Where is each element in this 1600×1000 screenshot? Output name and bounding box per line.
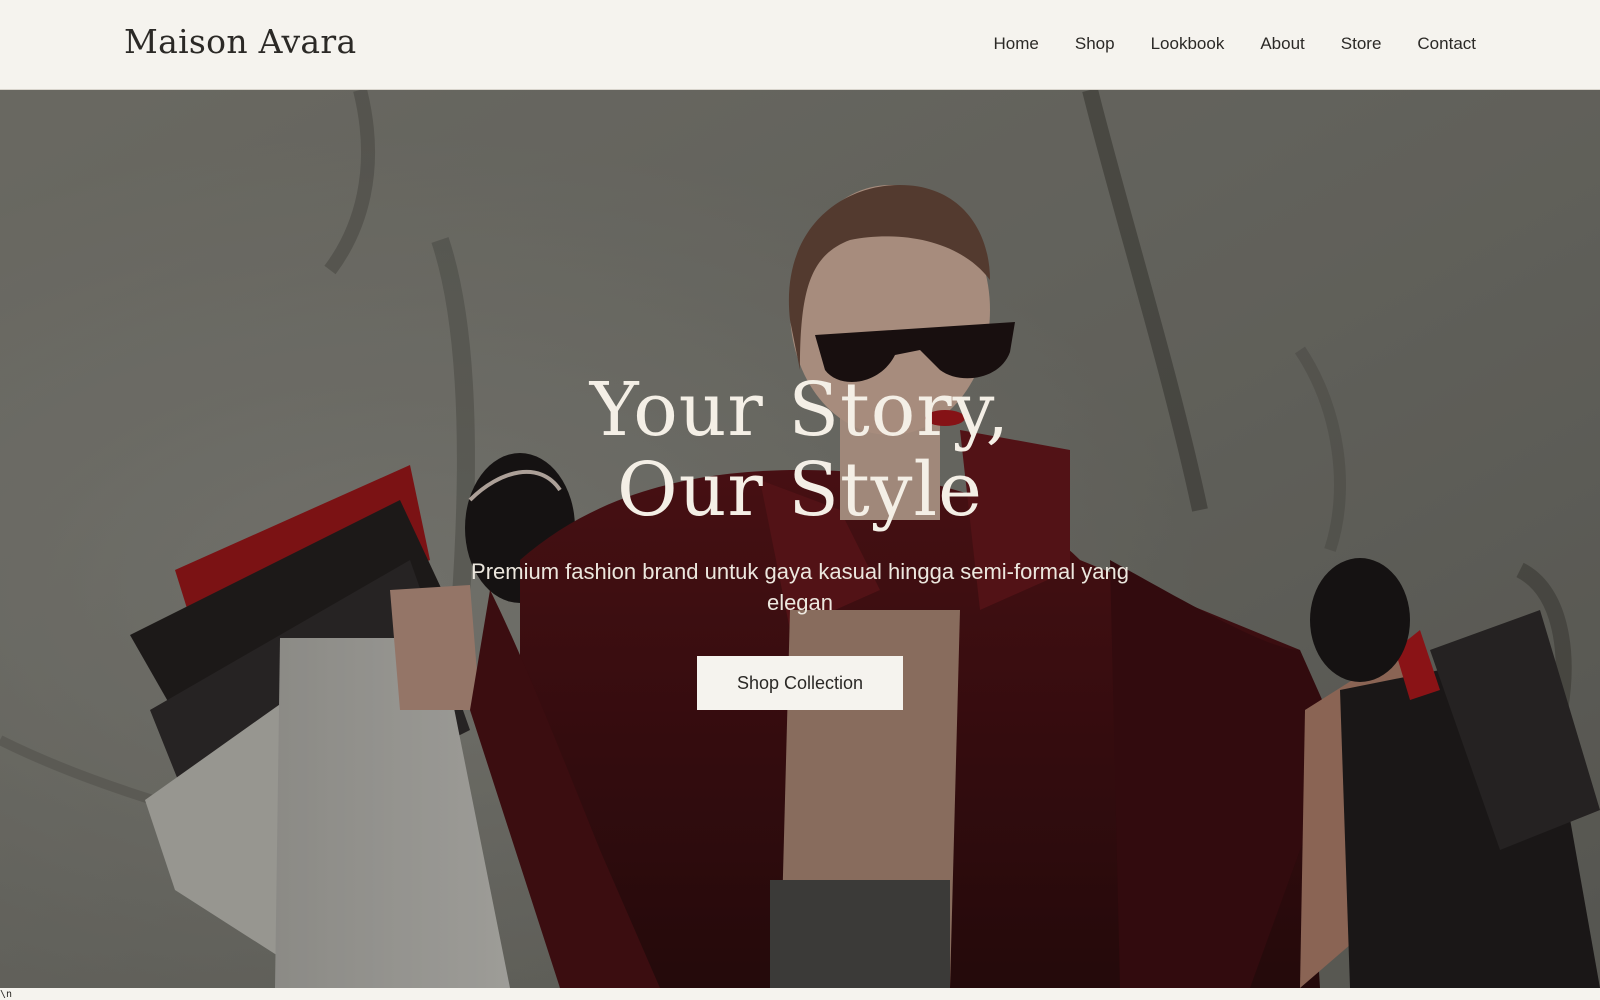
nav-link-shop[interactable]: Shop	[1075, 34, 1115, 53]
site-header: Maison Avara Home Shop Lookbook About St…	[0, 0, 1600, 90]
nav-link-lookbook[interactable]: Lookbook	[1151, 34, 1225, 53]
hero-section: Your Story, Our Style Premium fashion br…	[0, 90, 1600, 988]
nav-item-shop: Shop	[1075, 34, 1115, 54]
brand-logo[interactable]: Maison Avara	[124, 22, 356, 61]
nav-item-contact: Contact	[1417, 34, 1476, 54]
nav-item-about: About	[1260, 34, 1304, 54]
hero-subtitle: Premium fashion brand untuk gaya kasual …	[471, 559, 1129, 615]
page-bottom-strip	[0, 988, 1600, 1000]
nav-link-contact[interactable]: Contact	[1417, 34, 1476, 53]
nav-link-store[interactable]: Store	[1341, 34, 1382, 53]
nav-item-store: Store	[1341, 34, 1382, 54]
nav-link-about[interactable]: About	[1260, 34, 1304, 53]
nav-item-home: Home	[994, 34, 1039, 54]
hero-title-line-2: Our Style	[617, 447, 983, 533]
stray-text: \n	[0, 989, 13, 1000]
hero-title: Your Story, Our Style	[0, 370, 1600, 530]
nav-item-lookbook: Lookbook	[1151, 34, 1225, 54]
hero-title-line-1: Your Story,	[589, 367, 1011, 453]
main-nav: Home Shop Lookbook About Store Contact	[994, 34, 1476, 54]
hero-content: Your Story, Our Style Premium fashion br…	[0, 370, 1600, 710]
shop-collection-button[interactable]: Shop Collection	[697, 656, 903, 710]
nav-link-home[interactable]: Home	[994, 34, 1039, 53]
